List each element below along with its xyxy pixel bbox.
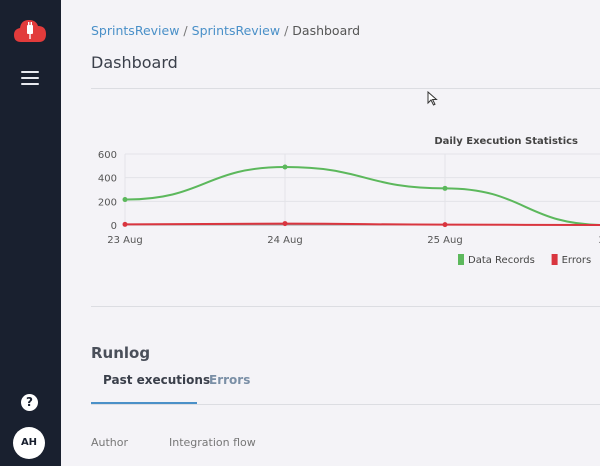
- data-records-point: [282, 164, 288, 170]
- daily-execution-chart: Daily Execution Statistics 0 200 400 600 23 A…: [98, 136, 600, 266]
- errors-point: [122, 221, 128, 227]
- data-records-point: [122, 197, 128, 203]
- y-tick-label: 200: [98, 197, 117, 208]
- cloud-plug-logo-icon[interactable]: [13, 17, 47, 45]
- breadcrumb-current: Dashboard: [292, 23, 361, 38]
- main-content: SprintsReview / SprintsReview / Dashboard Da…: [61, 0, 600, 466]
- tab-past-executions[interactable]: Past executions: [103, 373, 210, 387]
- y-tick-label: 0: [111, 221, 117, 232]
- breadcrumb-link-1[interactable]: SprintsReview: [91, 23, 179, 38]
- breadcrumb-separator: /: [183, 23, 188, 38]
- runlog-title: Runlog: [91, 344, 151, 362]
- avatar[interactable]: AH: [13, 427, 45, 459]
- data-records-legend-swatch: [458, 254, 464, 265]
- sidebar: ? AH: [0, 0, 61, 466]
- data-records-point: [442, 185, 448, 191]
- breadcrumb-separator: /: [284, 23, 289, 38]
- breadcrumb: SprintsReview / SprintsReview / Dashboard: [91, 23, 360, 38]
- data-records-legend-label: Data Records: [468, 255, 535, 266]
- y-tick-label: 600: [98, 150, 117, 161]
- x-tick-label: 23 Aug: [107, 235, 142, 246]
- x-tick-label: 24 Aug: [267, 235, 302, 246]
- column-header-author[interactable]: Author: [91, 436, 128, 449]
- divider: [91, 88, 600, 89]
- x-tick-label: 25 Aug: [427, 235, 462, 246]
- errors-point: [282, 221, 288, 227]
- help-icon[interactable]: ?: [21, 394, 38, 411]
- divider: [91, 404, 600, 405]
- data-records-line: [124, 166, 600, 226]
- chart-title: Daily Execution Statistics: [434, 136, 578, 147]
- errors-legend-label: Errors: [562, 255, 592, 266]
- page-title: Dashboard: [91, 53, 178, 72]
- column-header-integration-flow[interactable]: Integration flow: [169, 436, 256, 449]
- mouse-cursor-icon: [427, 91, 438, 106]
- errors-point: [442, 222, 448, 228]
- errors-line: [124, 222, 600, 226]
- tab-errors[interactable]: Errors: [209, 373, 250, 387]
- breadcrumb-link-2[interactable]: SprintsReview: [192, 23, 280, 38]
- y-tick-label: 400: [98, 174, 117, 185]
- divider: [91, 306, 600, 307]
- errors-legend-swatch: [551, 254, 558, 265]
- menu-icon[interactable]: [21, 71, 39, 85]
